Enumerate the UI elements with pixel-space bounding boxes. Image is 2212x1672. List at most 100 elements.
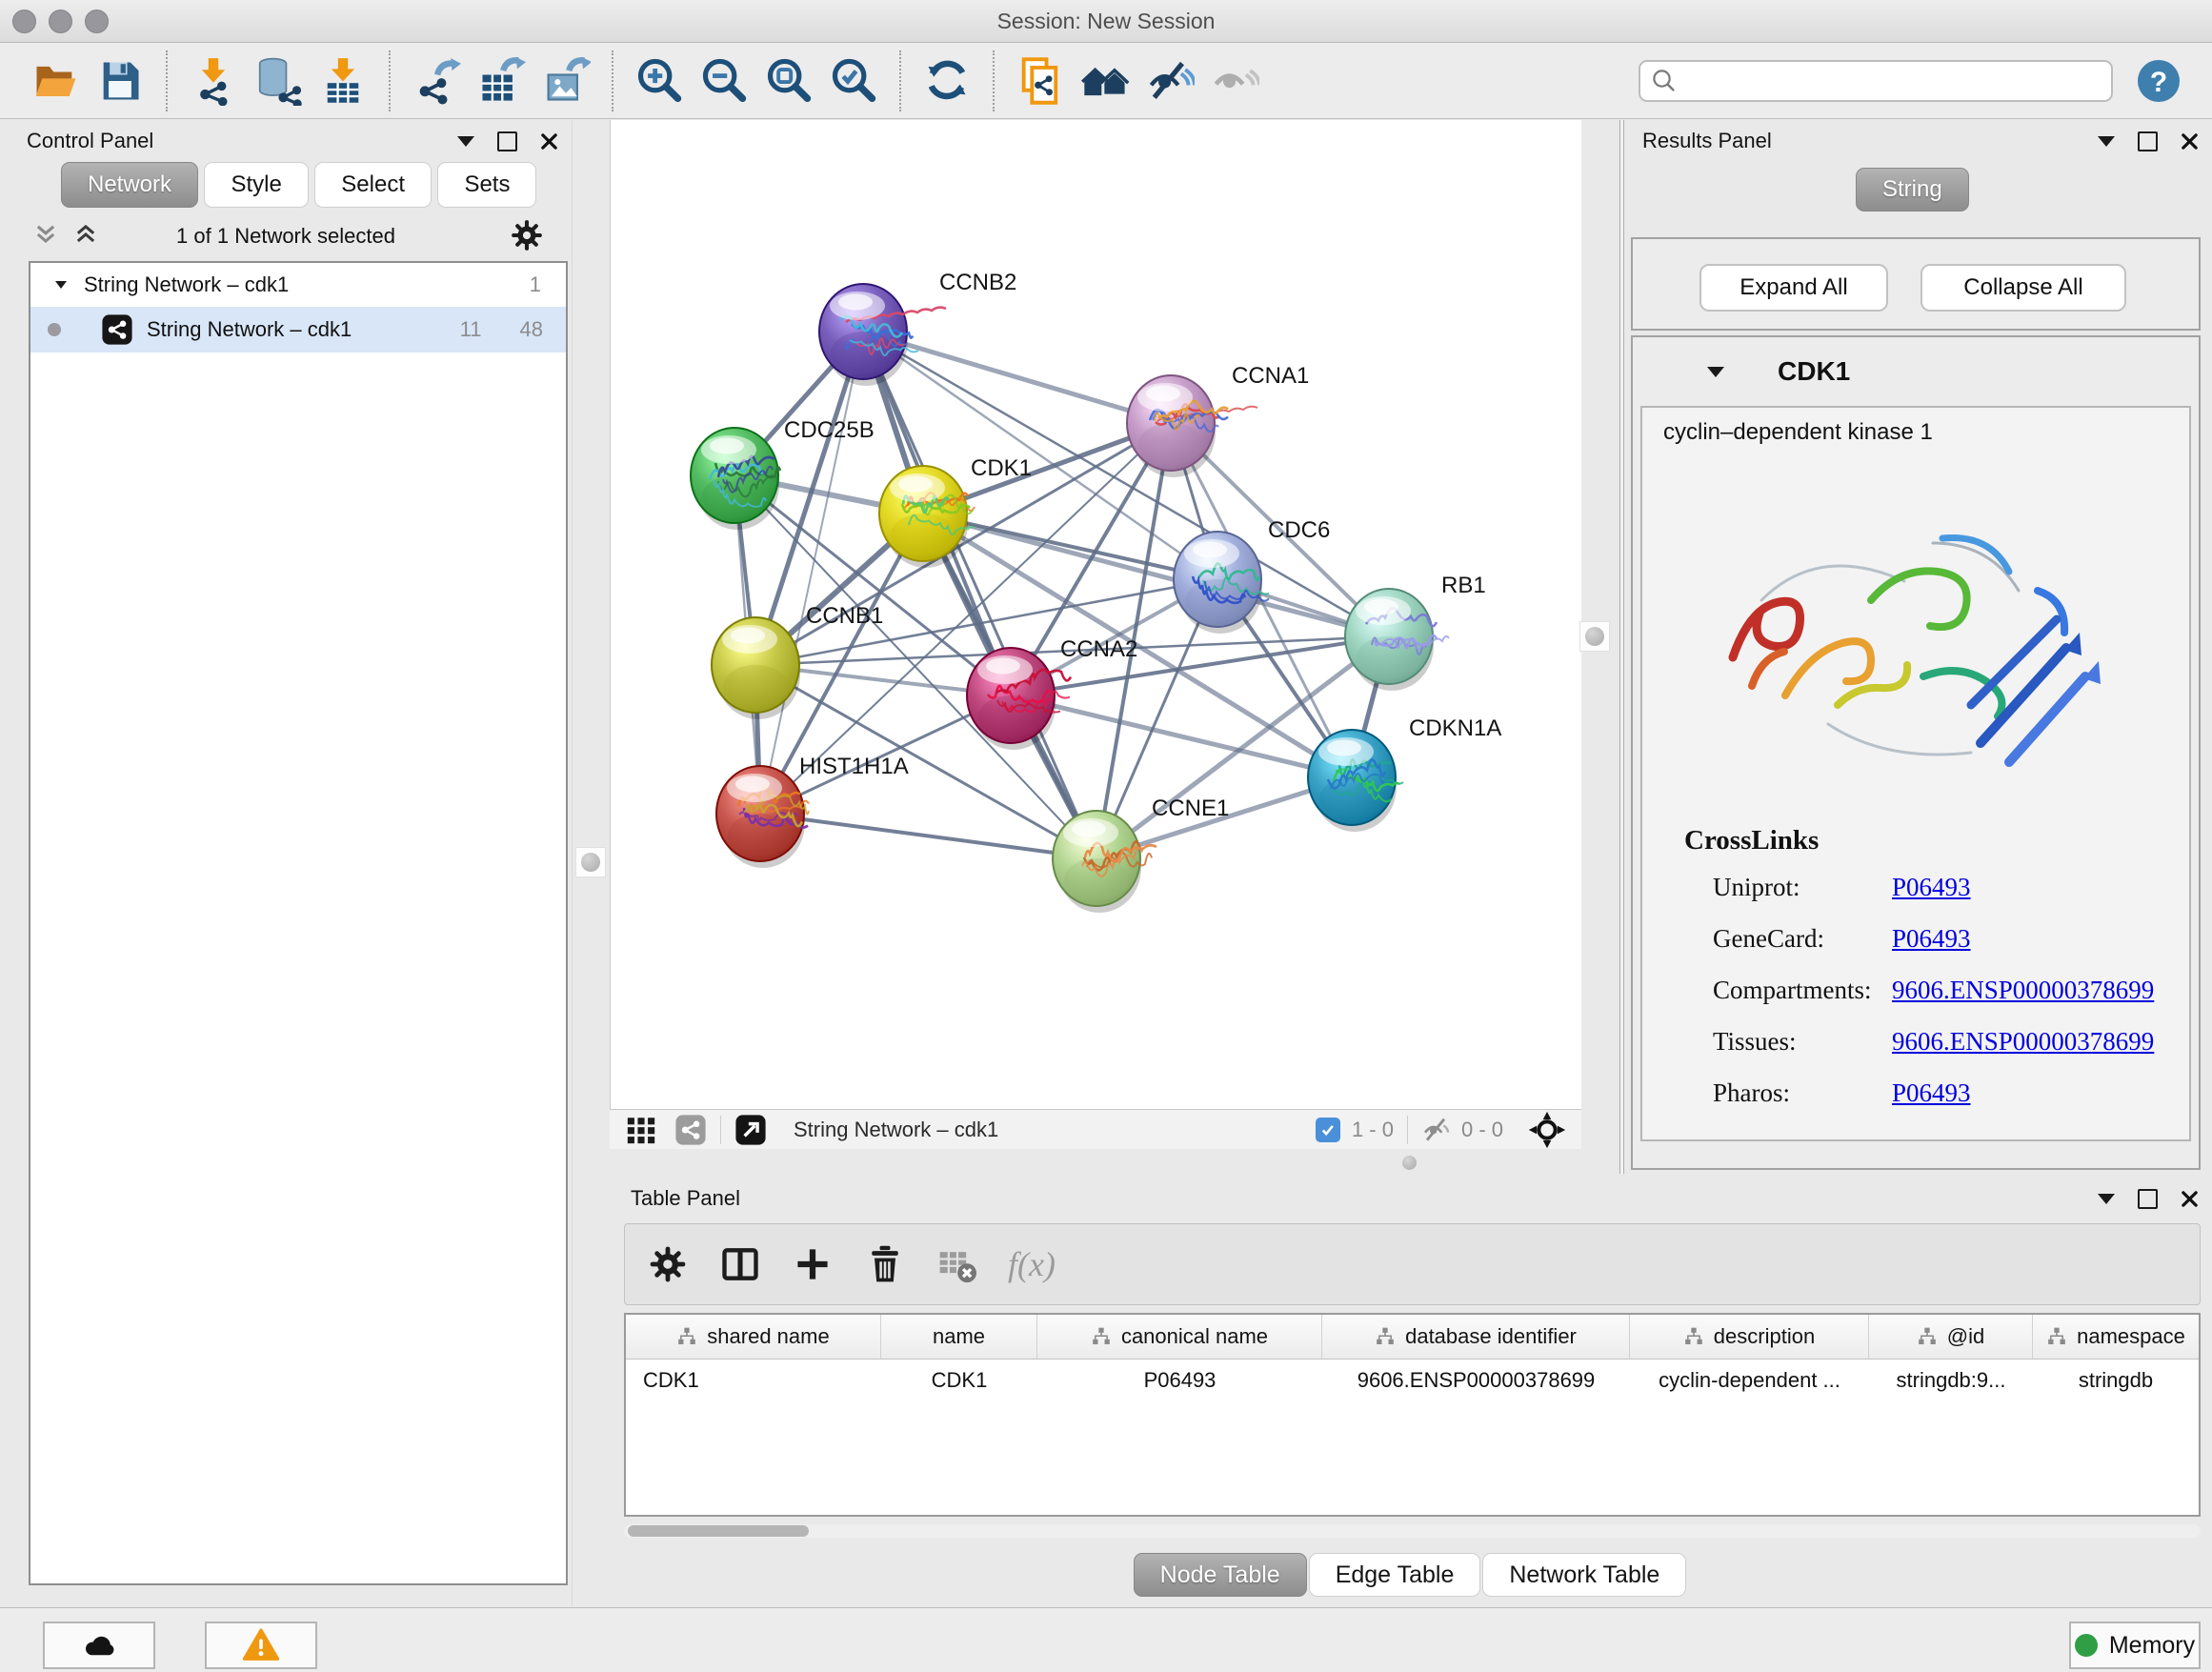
- refresh-layout-button[interactable]: [918, 51, 975, 111]
- column-header[interactable]: canonical name: [1037, 1315, 1322, 1359]
- cloud-button[interactable]: [43, 1622, 155, 1669]
- float-panel-icon[interactable]: [457, 136, 474, 147]
- close-panel-icon[interactable]: [540, 132, 558, 151]
- grid-icon[interactable]: [625, 1114, 657, 1146]
- expand-all-button[interactable]: Expand All: [1699, 264, 1888, 312]
- horizontal-splitter[interactable]: [610, 1149, 1581, 1174]
- zoom-out-button[interactable]: [695, 51, 753, 111]
- table-horizontal-scrollbar[interactable]: [624, 1524, 2201, 1538]
- node-CCNA2[interactable]: [967, 648, 1071, 750]
- memory-button[interactable]: Memory: [2069, 1622, 2201, 1669]
- close-panel-icon[interactable]: [2181, 132, 2199, 151]
- network-graph[interactable]: CCNB2CCNA1CDC25BCDK1CDC6RB1CCNB1CCNA2CDK…: [611, 120, 1582, 1109]
- share-icon[interactable]: [674, 1114, 707, 1146]
- table-gear-button[interactable]: [646, 1242, 690, 1286]
- crosslink-link[interactable]: P06493: [1892, 1078, 1971, 1108]
- import-network-from-database-button[interactable]: [250, 51, 307, 111]
- help-button[interactable]: ?: [2136, 58, 2182, 104]
- tab-node-table[interactable]: Node Table: [1134, 1553, 1307, 1597]
- network-view-canvas[interactable]: CCNB2CCNA1CDC25BCDK1CDC6RB1CCNB1CCNA2CDK…: [610, 120, 1582, 1109]
- database-import-icon: [253, 56, 303, 106]
- horizontal-splitter-handle[interactable]: [1398, 1152, 1419, 1173]
- close-panel-icon[interactable]: [2181, 1190, 2199, 1208]
- edge-HIST1H1A-CCNE1[interactable]: [760, 814, 1096, 858]
- column-header[interactable]: namespace: [2033, 1315, 2199, 1359]
- tab-select[interactable]: Select: [314, 162, 432, 208]
- open-session-button[interactable]: [27, 51, 84, 111]
- results-entry-header[interactable]: CDK1: [1633, 337, 2199, 406]
- birdseye-icon[interactable]: [734, 1114, 767, 1146]
- tab-edge-table[interactable]: Edge Table: [1309, 1553, 1481, 1597]
- network-label: String Network – cdk1: [147, 317, 352, 342]
- node-CDC6[interactable]: [1174, 532, 1269, 634]
- table-row[interactable]: CDK1 CDK1 P06493 9606.ENSP00000378699 cy…: [626, 1360, 2199, 1401]
- network-tree-child-row[interactable]: String Network – cdk1 11 48: [30, 307, 566, 353]
- collapse-all-button[interactable]: Collapse All: [1920, 264, 2126, 312]
- preview-button[interactable]: [1206, 51, 1263, 111]
- float-panel-icon[interactable]: [2098, 136, 2115, 147]
- import-network-button[interactable]: [185, 51, 242, 111]
- import-table-button[interactable]: [314, 51, 372, 111]
- maximize-panel-icon[interactable]: [2138, 1189, 2158, 1209]
- toolbar-search[interactable]: [1639, 60, 2113, 102]
- add-column-button[interactable]: [791, 1242, 835, 1286]
- node-RB1[interactable]: [1345, 589, 1449, 691]
- edge-CCNA2-CDKN1A[interactable]: [1011, 695, 1352, 777]
- column-header[interactable]: database identifier: [1322, 1315, 1630, 1359]
- crosslink-link[interactable]: 9606.ENSP00000378699: [1892, 976, 2154, 1005]
- edge-CCNB2-HIST1H1A[interactable]: [760, 332, 863, 814]
- node-CDKN1A[interactable]: [1308, 730, 1403, 832]
- zoom-selected-button[interactable]: [825, 51, 882, 111]
- crosslink-link[interactable]: P06493: [1892, 873, 1971, 902]
- maximize-panel-icon[interactable]: [2138, 131, 2158, 151]
- right-splitter-handle[interactable]: [1579, 621, 1610, 652]
- function-builder-button[interactable]: f(x): [1008, 1244, 1056, 1284]
- zoom-in-button[interactable]: [631, 51, 688, 111]
- tab-network[interactable]: Network: [61, 162, 198, 208]
- save-session-button[interactable]: [91, 51, 149, 111]
- entry-gene-name: CDK1: [1778, 356, 1850, 387]
- node-label-CDC6: CDC6: [1268, 517, 1330, 543]
- edge-CCNB2-CCNE1[interactable]: [863, 332, 1096, 858]
- column-header[interactable]: description: [1630, 1315, 1869, 1359]
- float-panel-icon[interactable]: [2098, 1194, 2115, 1204]
- first-neighbors-button[interactable]: [1076, 51, 1134, 111]
- network-options-gear-icon[interactable]: [509, 217, 545, 258]
- zoom-fit-button[interactable]: [760, 51, 817, 111]
- export-network-button[interactable]: [408, 51, 465, 111]
- export-table-button[interactable]: [473, 51, 530, 111]
- selected-checkbox[interactable]: [1316, 1118, 1340, 1142]
- column-header[interactable]: shared name: [626, 1315, 881, 1359]
- node-CCNB2[interactable]: [819, 284, 946, 386]
- column-header[interactable]: @id: [1869, 1315, 2033, 1359]
- node-CCNB1[interactable]: [712, 617, 800, 719]
- tab-style[interactable]: Style: [204, 162, 308, 208]
- crosslink-link[interactable]: 9606.ENSP00000378699: [1892, 1027, 2154, 1057]
- node-CCNA1[interactable]: [1127, 375, 1257, 477]
- hidden-eye-icon[interactable]: [1421, 1115, 1452, 1145]
- tab-sets[interactable]: Sets: [437, 162, 536, 208]
- delete-table-button[interactable]: [935, 1242, 979, 1286]
- tree-expand-triangle-icon[interactable]: [53, 277, 69, 292]
- network-tree-root-row[interactable]: String Network – cdk1 1: [30, 263, 566, 307]
- warning-button[interactable]: [205, 1622, 317, 1669]
- show-columns-button[interactable]: [718, 1242, 762, 1286]
- entry-description: cyclin–dependent kinase 1: [1663, 419, 1933, 446]
- warning-icon: [242, 1626, 280, 1664]
- tab-string[interactable]: String: [1856, 168, 1969, 212]
- entry-collapse-icon[interactable]: [1707, 367, 1724, 377]
- column-header[interactable]: name: [881, 1315, 1037, 1359]
- search-input[interactable]: [1686, 68, 2101, 94]
- crosshair-icon[interactable]: [1528, 1111, 1566, 1149]
- edge-CCNB2-CCNA1[interactable]: [863, 332, 1171, 423]
- export-image-button[interactable]: [537, 51, 594, 111]
- crosslink-link[interactable]: P06493: [1892, 924, 1971, 954]
- node-CDC25B[interactable]: [691, 428, 780, 530]
- show-hide-button[interactable]: [1141, 51, 1198, 111]
- maximize-panel-icon[interactable]: [497, 131, 517, 151]
- left-splitter-handle[interactable]: [575, 847, 606, 877]
- scrollbar-thumb[interactable]: [628, 1525, 809, 1537]
- copy-network-button[interactable]: [1012, 51, 1069, 111]
- tab-network-table[interactable]: Network Table: [1482, 1553, 1686, 1597]
- delete-column-button[interactable]: [863, 1242, 907, 1286]
